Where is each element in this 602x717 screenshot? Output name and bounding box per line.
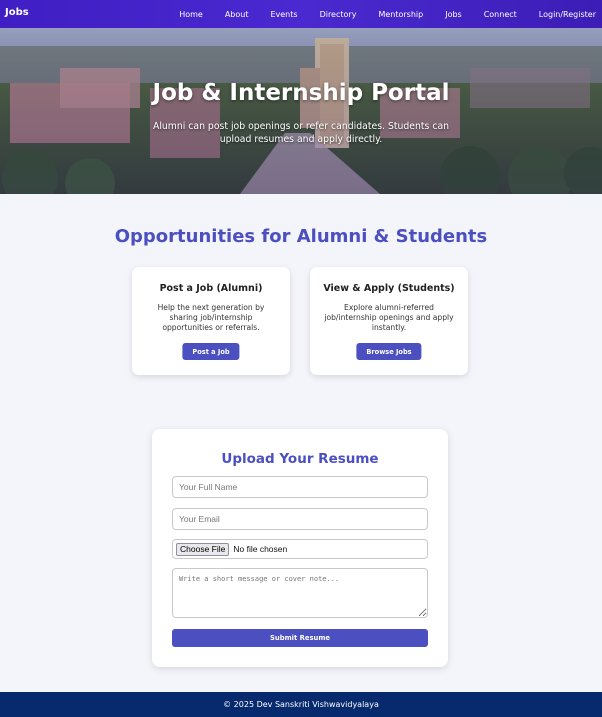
card-title: Post a Job (Alumni) xyxy=(159,283,263,294)
hero-title: Job & Internship Portal xyxy=(152,80,450,106)
card-description: Help the next generation by sharing job/… xyxy=(157,303,265,332)
opportunities-title: Opportunities for Alumni & Students xyxy=(114,226,488,247)
nav-link-connect[interactable]: Connect xyxy=(484,10,517,19)
resume-upload-form: Upload Your Resume Choose File No file c… xyxy=(152,429,448,667)
nav-link-mentorship[interactable]: Mentorship xyxy=(378,10,423,19)
post-job-button[interactable]: Post a Job xyxy=(182,343,240,360)
brand-logo[interactable]: Jobs xyxy=(5,7,29,18)
navbar: Jobs Home About Events Directory Mentors… xyxy=(0,0,602,28)
browse-jobs-button[interactable]: Browse Jobs xyxy=(356,343,422,360)
nav-link-about[interactable]: About xyxy=(225,10,249,19)
hero-subtitle: Alumni can post job openings or refer ca… xyxy=(152,121,450,145)
card-title: View & Apply (Students) xyxy=(323,283,455,294)
hero-overlay xyxy=(0,28,602,194)
cover-note-textarea[interactable] xyxy=(172,568,428,618)
nav-link-events[interactable]: Events xyxy=(270,10,297,19)
nav-links: Home About Events Directory Mentorship J… xyxy=(157,0,596,28)
file-status: No file chosen xyxy=(233,544,288,554)
nav-link-directory[interactable]: Directory xyxy=(320,10,357,19)
nav-link-login[interactable]: Login/Register xyxy=(539,10,596,19)
browse-jobs-card: View & Apply (Students) Explore alumni-r… xyxy=(310,267,468,375)
nav-link-jobs[interactable]: Jobs xyxy=(445,10,462,19)
file-input: Choose File No file chosen xyxy=(172,539,428,559)
hero-banner: Job & Internship Portal Alumni can post … xyxy=(0,28,602,194)
post-job-card: Post a Job (Alumni) Help the next genera… xyxy=(132,267,290,375)
full-name-input[interactable] xyxy=(172,476,428,498)
card-description: Explore alumni-referred job/internship o… xyxy=(324,303,454,332)
nav-link-home[interactable]: Home xyxy=(179,10,203,19)
submit-resume-button[interactable]: Submit Resume xyxy=(172,629,428,647)
footer: © 2025 Dev Sanskriti Vishwavidyalaya xyxy=(0,692,602,717)
email-input[interactable] xyxy=(172,508,428,530)
upload-title: Upload Your Resume xyxy=(221,451,379,467)
choose-file-button[interactable]: Choose File xyxy=(176,542,230,556)
